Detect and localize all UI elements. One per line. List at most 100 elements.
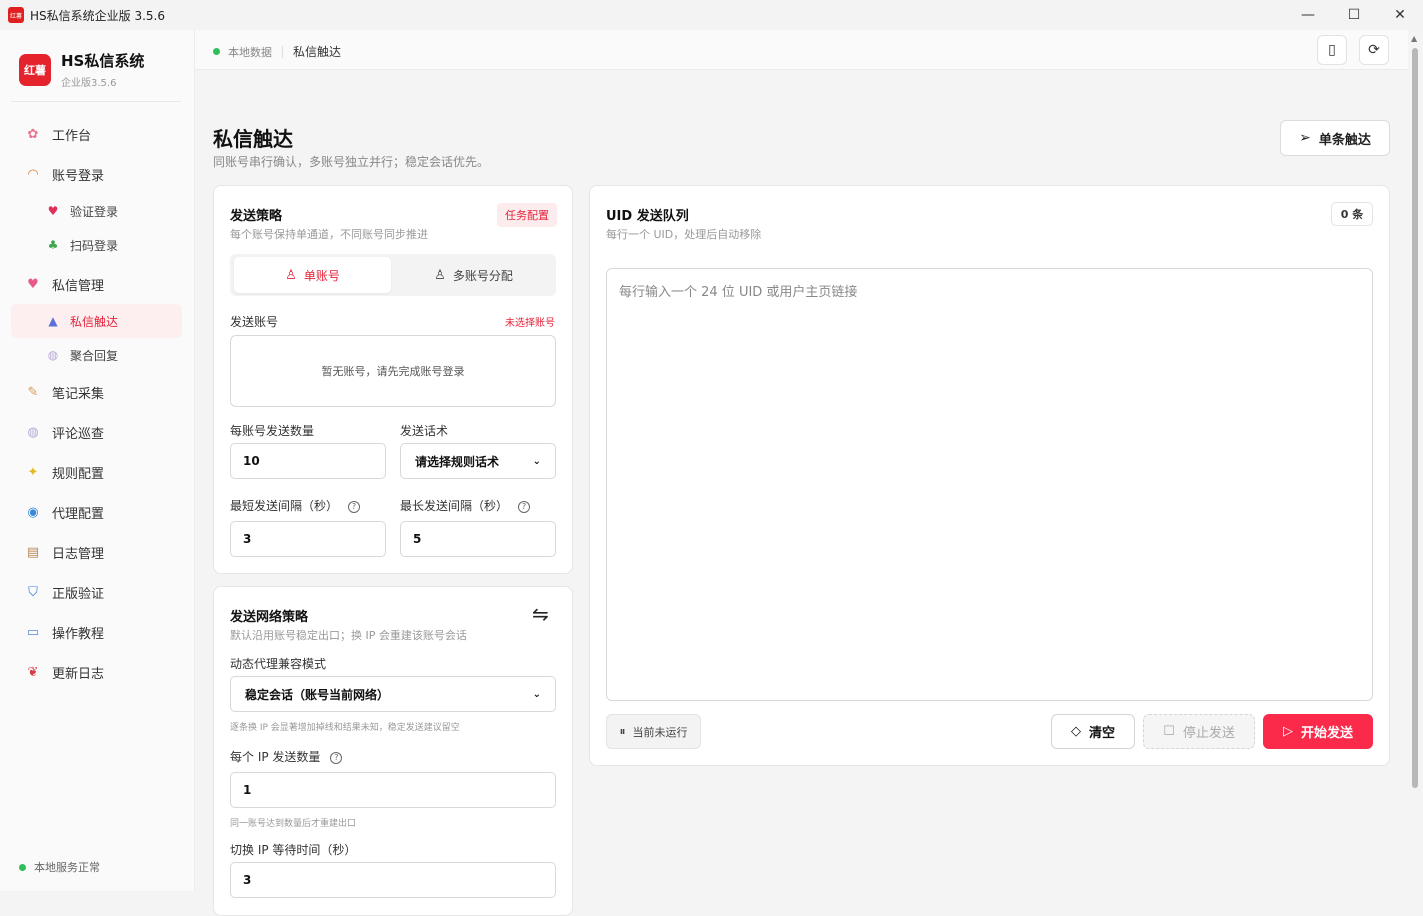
- uid-queue-card: UID 发送队列 每行一个 UID，处理后自动移除 0 条 每行输入一个 24 …: [589, 185, 1390, 766]
- sidebar-item-label: 笔记采集: [52, 386, 105, 402]
- sidebar-item-qr-login[interactable]: ♣ 扫码登录: [11, 228, 182, 262]
- min-interval-label: 最短发送间隔（秒）?: [230, 497, 361, 514]
- max-interval-text: 最长发送间隔（秒）: [400, 499, 509, 513]
- sidebar-nav: ✿ 工作台 ◠ 账号登录 ♥ 验证登录 ♣ 扫码登录 ♥ 私信管理 ▲ 私信触达 ◍ 聚合回复…: [11, 114, 182, 692]
- sidebar-item-tutorial[interactable]: ▭ 操作教程: [11, 612, 182, 652]
- speech-bubble-icon: ◍: [47, 348, 59, 362]
- proxy-mode-hint: 逐条换 IP 会显著增加掉线和结果未知，稳定发送建议留空: [230, 723, 460, 733]
- clear-button[interactable]: ◇ 清空: [1051, 714, 1135, 749]
- sidebar-item-proxy-config[interactable]: ◉ 代理配置: [11, 492, 182, 532]
- queue-subtitle: 每行一个 UID，处理后自动移除: [606, 228, 762, 241]
- min-interval-input[interactable]: 3: [230, 521, 386, 557]
- sidebar-item-workbench[interactable]: ✿ 工作台: [11, 114, 182, 154]
- brand-name: HS私信系统: [61, 52, 145, 70]
- sidebar-item-label: 日志管理: [52, 546, 105, 562]
- page-subtitle: 同账号串行确认，多账号独立并行；稳定会话优先。: [213, 155, 490, 169]
- task-config-badge: 任务配置: [497, 203, 557, 227]
- account-empty-text: 暂无账号，请先完成账号登录: [321, 365, 465, 378]
- sidebar-item-verify-login[interactable]: ♥ 验证登录: [11, 194, 182, 228]
- flower-icon: ✿: [27, 126, 39, 142]
- per-ip-text: 每个 IP 发送数量: [230, 750, 321, 764]
- title-bar: 红薯 HS私信系统企业版 3.5.6 — ☐ ✕: [0, 0, 1423, 30]
- sidebar-item-dm-reach[interactable]: ▲ 私信触达: [11, 304, 182, 338]
- service-status-label: 本地服务正常: [34, 861, 100, 874]
- switch-wait-input[interactable]: 3: [230, 862, 556, 898]
- script-select-value: 请选择规则话术: [415, 454, 500, 469]
- single-reach-button[interactable]: ➢ 单条触达: [1280, 120, 1390, 156]
- start-button[interactable]: ▷ 开始发送: [1263, 714, 1373, 749]
- script-select[interactable]: 请选择规则话术 ⌄: [400, 443, 556, 479]
- stop-square-icon: ☐: [1163, 724, 1175, 739]
- close-button[interactable]: ✕: [1377, 0, 1423, 30]
- sidebar-item-account-login[interactable]: ◠ 账号登录: [11, 154, 182, 194]
- tab-single-account[interactable]: ♙ 单账号: [234, 257, 391, 293]
- sidebar-divider: [11, 101, 181, 102]
- max-interval-input[interactable]: 5: [400, 521, 556, 557]
- strategy-subtitle: 每个账号保持单通道，不同账号同步推进: [230, 228, 428, 241]
- queue-title: UID 发送队列: [606, 209, 689, 224]
- queue-count-badge: 0 条: [1331, 202, 1373, 226]
- sidebar-item-comment-patrol[interactable]: ◍ 评论巡查: [11, 412, 182, 452]
- clear-label: 清空: [1088, 726, 1115, 741]
- per-account-input[interactable]: 10: [230, 443, 386, 479]
- sidebar-item-aggregate-reply[interactable]: ◍ 聚合回复: [11, 338, 182, 372]
- scrollbar-thumb[interactable]: [1412, 48, 1418, 788]
- switch-wait-label: 切换 IP 等待时间（秒）: [230, 843, 357, 857]
- sidebar-item-label: 更新日志: [52, 666, 105, 682]
- stop-button[interactable]: ☐ 停止发送: [1143, 714, 1255, 749]
- account-list[interactable]: 暂无账号，请先完成账号登录: [230, 335, 556, 407]
- account-warning: 未选择账号: [505, 318, 555, 329]
- help-icon[interactable]: ?: [330, 751, 343, 764]
- sidebar-item-dm-manage[interactable]: ♥ 私信管理: [11, 264, 182, 304]
- refresh-button[interactable]: ⟳: [1359, 35, 1389, 65]
- strategy-title: 发送策略: [230, 209, 283, 224]
- network-strategy-card: 发送网络策略 默认沿用账号稳定出口；换 IP 会重建该账号会话 ⇋ 动态代理兼容…: [213, 586, 573, 916]
- sidebar-item-rule-config[interactable]: ✦ 规则配置: [11, 452, 182, 492]
- breadcrumb-separator: [282, 45, 283, 58]
- tab-label: 多账号分配: [452, 268, 513, 283]
- tab-multi-account[interactable]: ♙ 多账号分配: [395, 257, 552, 293]
- help-icon[interactable]: ?: [518, 500, 531, 513]
- start-label: 开始发送: [1300, 726, 1353, 741]
- sidebar-item-license-verify[interactable]: ⛉ 正版验证: [11, 572, 182, 612]
- per-ip-input[interactable]: 1: [230, 772, 556, 808]
- docs-button[interactable]: ▯: [1317, 35, 1347, 65]
- sidebar-item-label: 操作教程: [52, 626, 105, 642]
- per-ip-hint: 同一账号达到数量后才重建出口: [230, 819, 357, 829]
- single-reach-label: 单条触达: [1318, 132, 1371, 148]
- window-title: HS私信系统企业版 3.5.6: [30, 8, 165, 23]
- uid-input[interactable]: 每行输入一个 24 位 UID 或用户主页链接: [606, 268, 1373, 701]
- heart-icon: ♥: [47, 204, 59, 218]
- network-subtitle: 默认沿用账号稳定出口；换 IP 会重建该账号会话: [230, 629, 467, 642]
- help-icon[interactable]: ?: [348, 500, 361, 513]
- local-data-label: 本地数据: [228, 45, 272, 59]
- top-bar: 本地数据 私信触达 ▯ ⟳: [195, 30, 1408, 70]
- breadcrumb-current: 私信触达: [293, 45, 342, 59]
- play-icon: ▷: [1282, 724, 1293, 739]
- max-interval-label: 最长发送间隔（秒）?: [400, 497, 531, 514]
- maximize-button[interactable]: ☐: [1331, 0, 1377, 30]
- network-title: 发送网络策略: [230, 610, 309, 625]
- proxy-mode-select[interactable]: 稳定会话（账号当前网络） ⌄: [230, 676, 556, 712]
- status-dot-icon: [19, 863, 26, 871]
- app-logo-icon: 红薯: [8, 7, 24, 23]
- route-icon: ⇋: [532, 602, 549, 626]
- service-status: 本地服务正常: [19, 859, 100, 875]
- page-title: 私信触达: [213, 127, 293, 151]
- ribbon-icon: ❦: [27, 664, 39, 680]
- proxy-mode-label: 动态代理兼容模式: [230, 657, 327, 671]
- page-scrollbar[interactable]: ▲: [1408, 30, 1423, 891]
- memo-icon: ✎: [27, 384, 39, 400]
- sidebar-item-log-manage[interactable]: ▤ 日志管理: [11, 532, 182, 572]
- chevron-down-icon: ⌄: [532, 688, 541, 700]
- globe-icon: ◉: [27, 504, 39, 520]
- sidebar-item-note-collect[interactable]: ✎ 笔记采集: [11, 372, 182, 412]
- per-account-label: 每账号发送数量: [230, 424, 315, 438]
- minimize-button[interactable]: —: [1285, 0, 1331, 30]
- scroll-up-icon: ▲: [1411, 34, 1418, 43]
- pause-circle-icon: ⏸: [619, 724, 626, 738]
- sidebar-item-label: 工作台: [52, 128, 92, 144]
- per-ip-label: 每个 IP 发送数量?: [230, 748, 343, 765]
- sidebar-item-changelog[interactable]: ❦ 更新日志: [11, 652, 182, 692]
- rainbow-icon: ◠: [27, 166, 39, 182]
